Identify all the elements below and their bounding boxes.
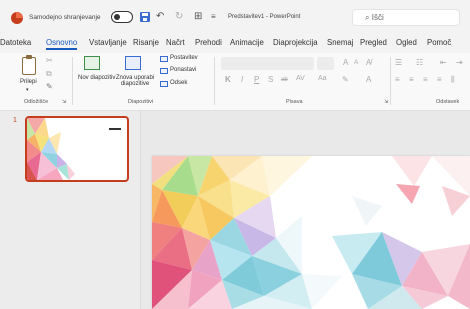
font-color-icon[interactable]: A	[366, 75, 371, 84]
reset-button[interactable]: Ponastavi	[170, 67, 196, 73]
columns-icon[interactable]: ⫼	[451, 75, 455, 85]
search-placeholder: Išči	[371, 13, 384, 22]
font-name-dropdown[interactable]	[221, 57, 314, 70]
character-spacing-icon[interactable]: AV	[296, 75, 305, 82]
tab-nacrt[interactable]: Načrt	[166, 38, 185, 47]
section-icon	[160, 81, 168, 87]
redo-icon[interactable]: ↻	[175, 11, 183, 23]
numbering-icon[interactable]: ☷	[416, 58, 423, 67]
slides-group-label: Diapozitivi	[128, 99, 154, 105]
tab-pregled[interactable]: Pregled	[360, 38, 387, 47]
layout-icon	[160, 56, 168, 62]
increase-indent-icon[interactable]: ⇥	[456, 58, 463, 67]
search-icon: ⌕	[365, 13, 370, 22]
clipboard-launcher-icon[interactable]: ⇲	[62, 99, 66, 105]
workspace: 1	[0, 111, 470, 309]
highlight-icon[interactable]: ✎	[342, 75, 349, 84]
justify-icon[interactable]: ≡	[437, 75, 442, 84]
reuse-slides-icon[interactable]	[125, 56, 141, 70]
format-painter-icon[interactable]: ✎	[46, 82, 53, 91]
copy-icon[interactable]: ⧉	[46, 69, 52, 79]
save-icon[interactable]	[140, 12, 150, 22]
paste-button[interactable]: Prilepi	[20, 79, 37, 85]
slide-background-pattern	[152, 156, 470, 309]
layout-button[interactable]: Postavitev	[170, 55, 198, 61]
ribbon-tabs: Datoteka Osnovno Vstavljanje Risanje Nač…	[0, 36, 470, 53]
tab-prehodi[interactable]: Prehodi	[195, 38, 222, 47]
slide-thumbnail[interactable]	[25, 116, 129, 182]
customize-toolbar-icon[interactable]: ≡	[211, 11, 216, 23]
section-button[interactable]: Odsek	[170, 80, 187, 86]
increase-font-size-icon[interactable]: A	[343, 58, 348, 67]
cut-icon[interactable]: ✂	[46, 56, 53, 65]
align-right-icon[interactable]: ≡	[423, 75, 428, 84]
font-launcher-icon[interactable]: ⇲	[384, 99, 388, 105]
tab-datoteka[interactable]: Datoteka	[0, 38, 31, 47]
undo-icon[interactable]: ↶	[156, 11, 164, 23]
change-case-icon[interactable]: Aa	[318, 75, 327, 82]
paste-icon[interactable]	[22, 55, 36, 75]
group-divider	[390, 57, 391, 105]
paragraph-group-label: Odstavek	[436, 99, 460, 105]
underline-icon[interactable]: P	[254, 75, 259, 84]
thumbnail-title-placeholder	[109, 128, 121, 130]
new-slide-button[interactable]: Nov diapozitiv	[78, 75, 115, 81]
reuse-slides-button[interactable]: Znova uporabi diapozitive	[113, 75, 157, 87]
tab-ogled[interactable]: Ogled	[396, 38, 417, 47]
strikethrough-icon[interactable]: ab	[281, 77, 288, 83]
autosave-toggle[interactable]	[111, 11, 133, 23]
tab-osnovno[interactable]: Osnovno	[46, 38, 78, 50]
decrease-indent-icon[interactable]: ⇤	[440, 58, 447, 67]
align-center-icon[interactable]: ≡	[409, 75, 414, 84]
group-divider	[72, 57, 73, 105]
tab-animacije[interactable]: Animacije	[230, 38, 264, 47]
toggle-knob	[114, 14, 120, 20]
tab-risanje[interactable]: Risanje	[133, 38, 159, 47]
font-size-dropdown[interactable]	[317, 57, 334, 70]
tab-diaprojekcija[interactable]: Diaprojekcija	[273, 38, 318, 47]
shadow-icon[interactable]: S	[268, 75, 273, 84]
bullets-icon[interactable]: ☰	[395, 58, 402, 67]
document-title: Predstavitev1 - PowerPoint	[228, 14, 301, 20]
reset-icon	[160, 68, 168, 74]
clear-formatting-icon[interactable]: A̸	[366, 58, 371, 67]
ribbon: Prilepi ▾ ✂ ⧉ ✎ Odložišče ⇲ Nov diapozit…	[0, 53, 470, 111]
bold-icon[interactable]: K	[225, 75, 231, 84]
italic-icon[interactable]: I	[241, 75, 243, 84]
paste-dropdown-icon[interactable]: ▾	[26, 87, 29, 93]
align-left-icon[interactable]: ≡	[395, 75, 400, 84]
group-divider	[214, 57, 215, 105]
present-icon[interactable]: ⊞	[194, 11, 202, 23]
tab-snemaj[interactable]: Snemaj	[327, 38, 353, 47]
decrease-font-size-icon[interactable]: A	[354, 59, 358, 66]
slide-thumbnails-pane: 1	[0, 111, 141, 309]
title-bar: Samodejno shranjevanje ↶ ↻ ⊞ ≡ Predstavi…	[0, 0, 470, 36]
slide-canvas[interactable]	[152, 156, 470, 309]
slide-number: 1	[13, 117, 17, 124]
slide-editor-canvas	[141, 111, 470, 309]
autosave-label: Samodejno shranjevanje	[29, 14, 101, 21]
powerpoint-logo-icon	[11, 12, 23, 24]
search-input[interactable]: ⌕ Išči	[352, 9, 460, 26]
font-group-label: Pisava	[286, 99, 303, 105]
clipboard-group-label: Odložišče	[24, 99, 49, 105]
powerpoint-window: Samodejno shranjevanje ↶ ↻ ⊞ ≡ Predstavi…	[0, 0, 470, 309]
tab-vstavljanje[interactable]: Vstavljanje	[89, 38, 127, 47]
new-slide-icon[interactable]	[84, 56, 100, 70]
tab-pomoc[interactable]: Pomoč	[427, 38, 451, 47]
